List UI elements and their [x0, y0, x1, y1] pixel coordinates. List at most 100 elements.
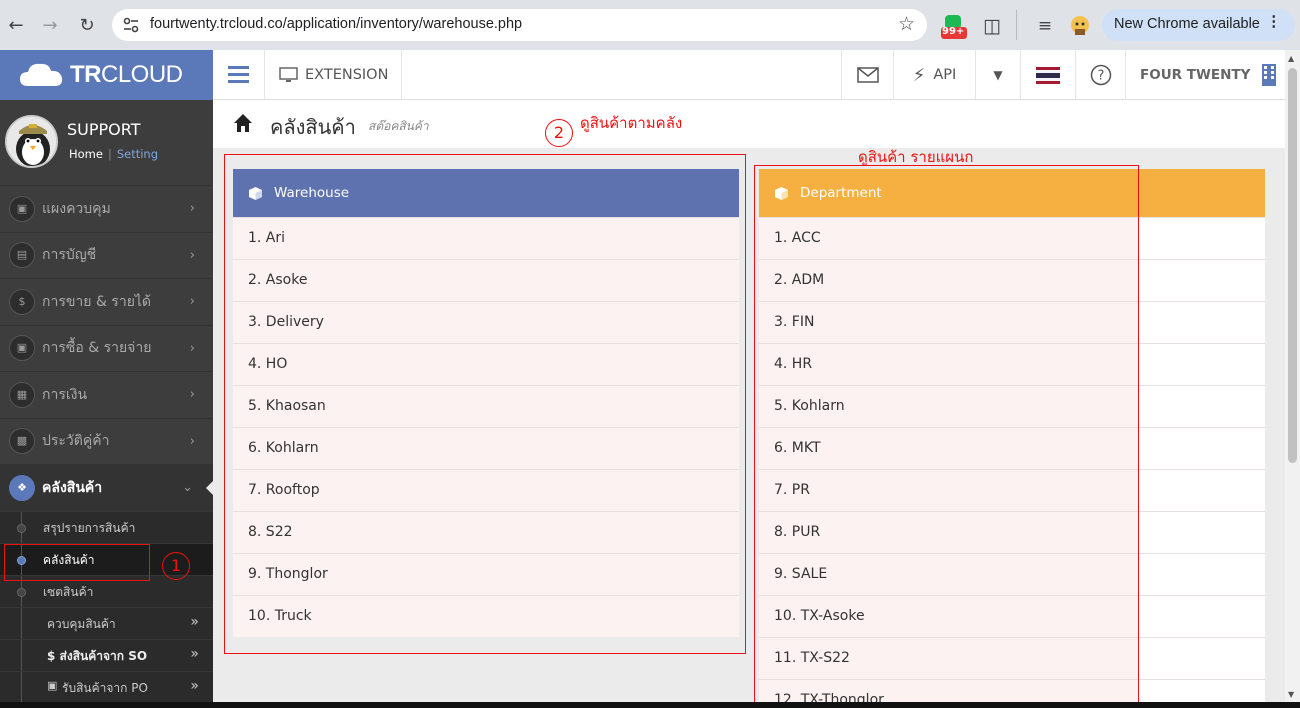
tree-dot	[17, 523, 26, 533]
annotation-box-sidebar	[4, 544, 150, 581]
kebab-menu-icon[interactable]: ⋮	[1267, 14, 1282, 30]
cart-icon: ▣	[9, 335, 35, 362]
chevron-right-icon: ›	[189, 433, 195, 449]
extension-label: EXTENSION	[305, 67, 389, 83]
annotation-text-warehouse: ดูสินค้าตามคลัง	[580, 114, 683, 132]
annotation-box-department	[754, 165, 1139, 708]
cloud-icon	[20, 63, 63, 86]
browser-toolbar: ← → ↻ fourtwenty.trcloud.co/application/…	[0, 0, 1300, 50]
user-profile: SUPPORT Home | Setting	[0, 100, 213, 185]
link-separator: |	[107, 147, 112, 161]
chevron-right-icon: ›	[189, 247, 195, 263]
sidebar-item-label: คลังสินค้า	[42, 479, 103, 496]
language-button[interactable]	[1020, 50, 1075, 100]
contact-icon: ▩	[9, 428, 35, 455]
username: SUPPORT	[67, 120, 141, 139]
tree-line	[21, 639, 22, 671]
dollar-icon: $	[9, 288, 35, 315]
scrollbar-thumb[interactable]	[1288, 68, 1297, 463]
sidebar-item-label: การซื้อ & รายจ่าย	[42, 340, 152, 357]
submenu-item-stock-control[interactable]: ควบคุมสินค้า »	[0, 606, 213, 639]
company-name: FOUR TWENTY	[1140, 67, 1251, 83]
new-chrome-available-button[interactable]: New Chrome available ⋮	[1102, 9, 1295, 41]
api-label: API	[933, 67, 957, 83]
reload-icon[interactable]: ↻	[74, 13, 100, 39]
forward-icon[interactable]: →	[37, 13, 63, 39]
help-button[interactable]: ?	[1075, 50, 1125, 100]
extension-badge: 99+	[942, 26, 965, 37]
extension-line-icon[interactable]: 99+	[940, 12, 968, 40]
menu-toggle-button[interactable]	[213, 50, 265, 100]
app-topbar: EXTENSION ⚡ API ▼ ? FOUR TWENTY	[213, 50, 1285, 100]
sidebar-item-label: การเงิน	[42, 386, 88, 403]
page-subtitle: สต๊อคสินค้า	[368, 119, 429, 133]
home-icon[interactable]	[233, 113, 253, 133]
sidebar-item-contacts[interactable]: ▩ ประวัติคู่ค้า ›	[0, 417, 213, 465]
url-text: fourtwenty.trcloud.co/application/invent…	[150, 16, 523, 32]
plug-icon: ⚡	[912, 64, 926, 86]
submenu-item-ship-from-so[interactable]: $ ส่งสินค้าจาก SO »	[0, 638, 213, 671]
thai-flag-icon	[1036, 66, 1060, 84]
profile-links: Home | Setting	[69, 147, 158, 161]
mail-button[interactable]	[841, 50, 893, 100]
submenu-item-receive-from-po[interactable]: ▣ รับสินค้าจาก PO »	[0, 670, 213, 703]
avatar[interactable]	[5, 115, 58, 168]
submenu-label: เซตสินค้า	[43, 584, 94, 599]
brand-name: TRCLOUD	[70, 61, 183, 88]
annotation-text-department: ดูสินค้า รายแผนก	[858, 148, 974, 166]
double-chevron-right-icon: »	[190, 645, 199, 662]
submenu-item-stock-summary[interactable]: สรุปรายการสินค้า	[0, 510, 213, 543]
extension-button[interactable]: EXTENSION	[265, 50, 402, 100]
setting-link[interactable]: Setting	[117, 147, 158, 161]
submenu-label: รับสินค้าจาก PO	[62, 680, 148, 695]
toolbar-divider	[1016, 10, 1017, 40]
update-label: New Chrome available	[1114, 16, 1260, 32]
desktop-icon	[279, 67, 298, 82]
sidebar-item-finance[interactable]: ▦ การเงิน ›	[0, 371, 213, 418]
sidebar-item-label: ประวัติคู่ค้า	[42, 433, 110, 450]
address-bar[interactable]: fourtwenty.trcloud.co/application/invent…	[112, 9, 927, 41]
tree-line	[21, 607, 22, 639]
home-link[interactable]: Home	[69, 147, 103, 161]
vertical-scrollbar[interactable]: ▲ ▼	[1285, 50, 1300, 708]
book-icon: ▤	[9, 242, 35, 269]
annotation-circle-1: 1	[162, 552, 190, 580]
sidebar-item-sales[interactable]: $ การขาย & รายได้ ›	[0, 278, 213, 325]
scroll-up-icon[interactable]: ▲	[1288, 54, 1294, 63]
site-settings-icon[interactable]	[122, 16, 140, 34]
sidebar-item-label: การขาย & รายได้	[42, 293, 152, 310]
cart-icon: ▣	[47, 678, 58, 692]
annotation-circle-2: 2	[545, 119, 573, 147]
submenu-label: สรุปรายการสินค้า	[43, 520, 136, 535]
profile-avatar-icon[interactable]	[1066, 12, 1094, 40]
bookmark-star-icon[interactable]: ☆	[898, 13, 915, 35]
question-circle-icon: ?	[1090, 64, 1111, 86]
active-notch	[206, 481, 213, 495]
envelope-icon	[856, 67, 879, 83]
api-button[interactable]: ⚡ API	[893, 50, 975, 100]
company-button[interactable]: FOUR TWENTY	[1125, 50, 1285, 100]
calendar-icon: ▦	[9, 381, 35, 408]
sidebar-item-purchase[interactable]: ▣ การซื้อ & รายจ่าย ›	[0, 324, 213, 372]
cubes-icon: ❖	[9, 474, 35, 501]
submenu-label: $ ส่งสินค้าจาก SO	[47, 648, 148, 663]
chevron-down-icon: ⌄	[182, 480, 193, 496]
media-queue-icon[interactable]: ≡	[1031, 12, 1059, 40]
svg-text:?: ?	[1097, 69, 1104, 84]
back-icon[interactable]: ←	[3, 13, 29, 39]
chevron-right-icon: ›	[189, 340, 195, 356]
trcloud-logo[interactable]: TRCLOUD	[0, 50, 213, 100]
page-title: คลังสินค้า	[270, 115, 356, 139]
sidebar-item-inventory[interactable]: ❖ คลังสินค้า ⌄	[0, 464, 213, 511]
submenu-label: ควบคุมสินค้า	[47, 616, 116, 631]
sidebar-item-accounting[interactable]: ▤ การบัญชี ›	[0, 231, 213, 279]
sidebar-item-dashboard[interactable]: ▣ แผงควบคุม ›	[0, 185, 213, 232]
scroll-down-icon[interactable]: ▼	[1288, 690, 1294, 699]
sidebar-item-label: การบัญชี	[42, 247, 97, 264]
tree-dot	[17, 587, 26, 597]
double-chevron-right-icon: »	[190, 613, 199, 630]
extensions-puzzle-icon[interactable]: ◫	[978, 12, 1006, 40]
dropdown-button[interactable]: ▼	[975, 50, 1020, 100]
page-header: คลังสินค้า สต๊อคสินค้า	[213, 100, 1285, 148]
double-chevron-right-icon: »	[190, 677, 199, 694]
